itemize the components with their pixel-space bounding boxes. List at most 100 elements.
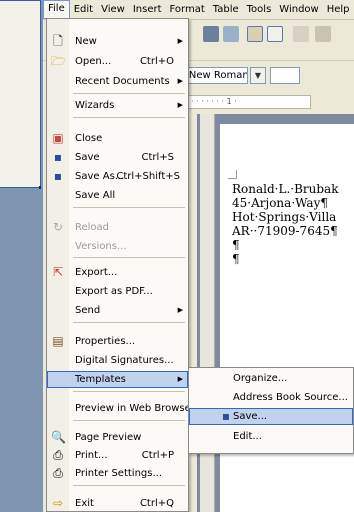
menu-help[interactable]: Help bbox=[323, 1, 354, 18]
menu-file[interactable]: File bbox=[43, 0, 70, 19]
copy-icon[interactable] bbox=[315, 26, 331, 42]
menu-item-shortcut: Ctrl+P bbox=[141, 450, 174, 461]
reload-icon: ↻ bbox=[52, 220, 64, 234]
menu-item-label: New bbox=[75, 36, 97, 47]
menu-item-recent-documents[interactable]: Recent Documents ▶ bbox=[47, 73, 188, 90]
save-disk-icon: ▪ bbox=[53, 150, 63, 164]
properties-icon: ▤ bbox=[52, 334, 64, 348]
new-document-icon: 🗋 bbox=[53, 34, 63, 48]
menu-item-save-all[interactable]: Save All bbox=[47, 187, 188, 204]
spellcheck-icon[interactable] bbox=[247, 26, 263, 42]
menu-separator bbox=[73, 322, 185, 323]
submenu-arrow-icon: ▶ bbox=[177, 37, 183, 45]
menu-item-save-as[interactable]: ▪ Save As... Ctrl+Shift+S bbox=[47, 168, 188, 185]
menu-item-label: Save... bbox=[233, 411, 268, 422]
horizontal-ruler[interactable]: · · · · · · · 1 · bbox=[186, 95, 311, 109]
menu-item-save[interactable]: ▪ Save Ctrl+S bbox=[47, 149, 188, 166]
export-icon: ⇱ bbox=[52, 265, 64, 279]
doc-line: AR··71909-7645¶ bbox=[232, 224, 338, 238]
doc-line: ¶ bbox=[232, 252, 240, 266]
menu-item-reload: ↻ Reload bbox=[47, 219, 188, 236]
save-as-icon: ▪ bbox=[53, 169, 63, 183]
menu-item-label: Versions... bbox=[75, 241, 127, 252]
menu-item-label: Organize... bbox=[233, 373, 288, 384]
menu-item-label: Preview in Web Browser bbox=[75, 403, 195, 414]
menu-item-label: Recent Documents bbox=[75, 76, 170, 87]
menu-insert[interactable]: Insert bbox=[129, 1, 166, 18]
file-menu: 🗋 New ▶ 🗁 Open... Ctrl+O Recent Document… bbox=[46, 18, 195, 512]
menu-item-label: Templates bbox=[75, 374, 126, 385]
panel-marker bbox=[39, 186, 41, 189]
menu-item-send[interactable]: Send ▶ bbox=[47, 302, 188, 319]
doc-line: ¶ bbox=[232, 238, 240, 252]
menu-item-label: Digital Signatures... bbox=[75, 355, 174, 366]
save-template-icon: ▪ bbox=[221, 409, 231, 423]
menu-item-label: Wizards bbox=[75, 100, 115, 111]
menu-item-close[interactable]: ▣ Close bbox=[47, 130, 188, 147]
page-preview-toolbar-icon[interactable] bbox=[223, 26, 239, 42]
menu-item-new[interactable]: 🗋 New ▶ bbox=[47, 33, 188, 50]
menu-item-label: Export... bbox=[75, 267, 118, 278]
menu-separator bbox=[73, 93, 185, 94]
text-boundary-corner bbox=[228, 170, 237, 179]
doc-line: Hot·Springs·Villa bbox=[232, 210, 337, 224]
menu-item-label: Send bbox=[75, 305, 101, 316]
submenu-arrow-icon: ▶ bbox=[177, 101, 183, 109]
menu-item-shortcut: Ctrl+S bbox=[141, 152, 174, 163]
menu-window[interactable]: Window bbox=[275, 1, 322, 18]
printer-settings-icon: ⎙ bbox=[53, 466, 63, 480]
submenu-item-organize[interactable]: Organize... bbox=[189, 370, 353, 387]
print-toolbar-icon[interactable] bbox=[203, 26, 219, 42]
menu-item-export-pdf[interactable]: Export as PDF... bbox=[47, 283, 188, 300]
submenu-item-save[interactable]: ▪ Save... bbox=[189, 408, 353, 425]
doc-line: Ronald·L.·Brubak bbox=[232, 182, 339, 196]
menu-item-shortcut: Ctrl+Q bbox=[139, 498, 174, 509]
menu-item-wizards[interactable]: Wizards ▶ bbox=[47, 97, 188, 114]
menu-table[interactable]: Table bbox=[209, 1, 243, 18]
printer-icon: ⎙ bbox=[53, 448, 63, 462]
menu-tools[interactable]: Tools bbox=[243, 1, 276, 18]
autospellcheck-icon[interactable] bbox=[267, 26, 283, 42]
submenu-arrow-icon: ▶ bbox=[177, 306, 183, 314]
menu-separator bbox=[73, 420, 185, 421]
menu-item-page-preview[interactable]: 🔍 Page Preview bbox=[47, 429, 188, 446]
menu-item-label: Close bbox=[75, 133, 103, 144]
menu-item-label: Printer Settings... bbox=[75, 468, 162, 479]
menu-item-label: Save bbox=[75, 152, 100, 163]
templates-submenu: Organize... Address Book Source... ▪ Sav… bbox=[188, 367, 354, 454]
font-size-box[interactable] bbox=[270, 67, 300, 84]
menu-separator bbox=[73, 391, 185, 392]
menu-item-digital-signatures[interactable]: Digital Signatures... bbox=[47, 352, 188, 369]
menu-item-print[interactable]: ⎙ Print... Ctrl+P bbox=[47, 447, 188, 464]
menu-separator bbox=[73, 485, 185, 486]
cut-icon[interactable] bbox=[293, 26, 309, 42]
menu-item-label: Address Book Source... bbox=[233, 392, 348, 403]
font-name-dropdown-icon[interactable]: ▼ bbox=[250, 67, 266, 84]
submenu-item-address-book-source[interactable]: Address Book Source... bbox=[189, 389, 353, 406]
menu-item-printer-settings[interactable]: ⎙ Printer Settings... bbox=[47, 465, 188, 482]
submenu-item-edit[interactable]: Edit... bbox=[189, 428, 353, 445]
menu-edit[interactable]: Edit bbox=[70, 1, 97, 18]
menu-item-shortcut: Ctrl+O bbox=[139, 56, 174, 67]
menu-item-open[interactable]: 🗁 Open... Ctrl+O bbox=[47, 53, 188, 70]
menu-item-versions: Versions... bbox=[47, 238, 188, 255]
close-document-icon: ▣ bbox=[52, 131, 64, 145]
menu-item-label: Print... bbox=[75, 450, 108, 461]
exit-arrow-icon: ⇨ bbox=[52, 496, 64, 510]
menu-item-label: Properties... bbox=[75, 336, 136, 347]
background-window-panel bbox=[0, 0, 41, 189]
doc-line: 45·Arjona·Way¶ bbox=[232, 196, 328, 210]
menu-item-label: Exit bbox=[75, 498, 94, 509]
document-text[interactable]: Ronald·L.·Brubak 45·Arjona·Way¶ Hot·Spri… bbox=[232, 182, 354, 266]
menu-item-templates[interactable]: Templates ▶ bbox=[47, 371, 188, 388]
menu-item-exit[interactable]: ⇨ Exit Ctrl+Q bbox=[47, 495, 188, 512]
menu-view[interactable]: View bbox=[97, 1, 129, 18]
open-folder-icon: 🗁 bbox=[51, 54, 66, 68]
menu-separator bbox=[73, 207, 185, 208]
menu-item-export[interactable]: ⇱ Export... bbox=[47, 264, 188, 281]
menu-item-properties[interactable]: ▤ Properties... bbox=[47, 333, 188, 350]
menu-item-preview-web-browser[interactable]: Preview in Web Browser bbox=[47, 400, 195, 417]
submenu-arrow-icon: ▶ bbox=[177, 77, 183, 85]
menu-item-label: Open... bbox=[75, 56, 112, 67]
menu-format[interactable]: Format bbox=[166, 1, 209, 18]
